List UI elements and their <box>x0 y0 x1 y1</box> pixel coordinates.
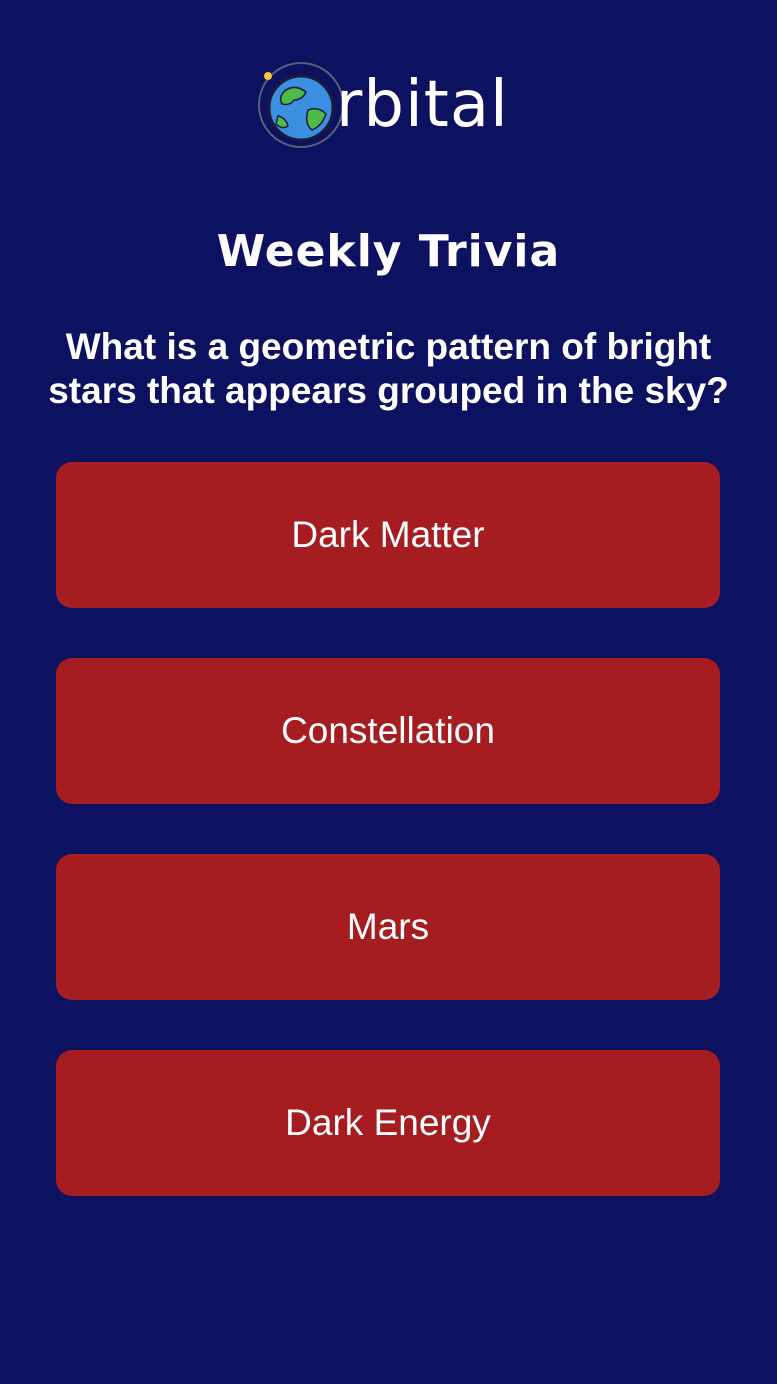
logo-wordmark: rbital <box>336 68 509 142</box>
earth-globe-icon <box>258 62 344 148</box>
orbital-logo: rbital <box>256 60 509 150</box>
question-text: What is a geometric pattern of bright st… <box>48 326 729 411</box>
answer-button-constellation[interactable]: Constellation <box>56 658 720 804</box>
answer-button-dark-energy[interactable]: Dark Energy <box>56 1050 720 1196</box>
trivia-screen: rbital Weekly Trivia What is a geometric… <box>0 0 777 1384</box>
answer-button-mars[interactable]: Mars <box>56 854 720 1000</box>
answer-list: Dark Matter Constellation Mars Dark Ener… <box>56 462 720 1246</box>
page-title: Weekly Trivia <box>216 226 561 277</box>
answer-button-dark-matter[interactable]: Dark Matter <box>56 462 720 608</box>
